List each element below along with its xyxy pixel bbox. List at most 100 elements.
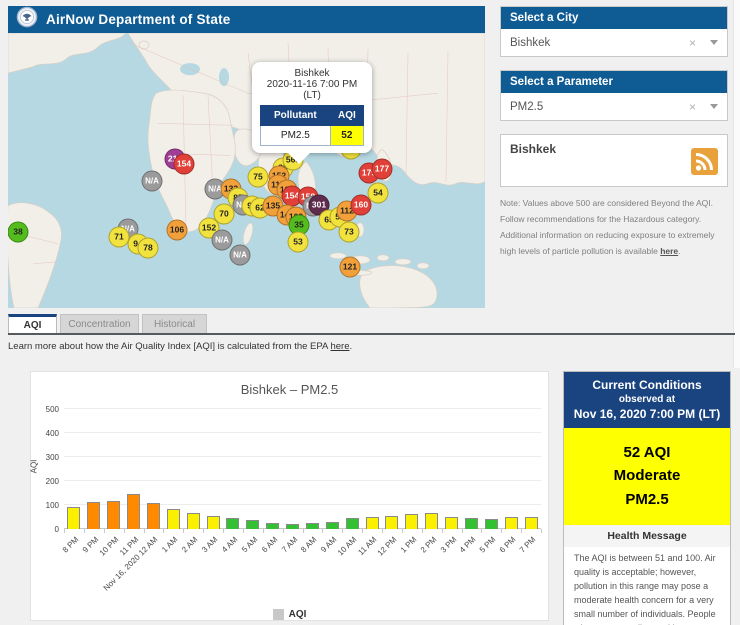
note-here-link[interactable]: here: [660, 246, 678, 256]
map-marker[interactable]: 121: [340, 257, 361, 278]
aqi-bar[interactable]: [107, 501, 120, 529]
x-tick: [223, 529, 224, 533]
parameter-select-value: PM2.5: [510, 101, 689, 113]
map-popup: Bishkek 2020-11-16 7:00 PM (LT) Pollutan…: [252, 62, 372, 153]
aqi-category: Moderate: [564, 464, 730, 487]
aqi-bar[interactable]: [187, 513, 200, 529]
note-text: Note: Values above 500 are considered Be…: [500, 198, 715, 256]
map-marker[interactable]: 53: [288, 232, 309, 253]
rss-icon[interactable]: [691, 148, 718, 180]
aqi-bar[interactable]: [505, 517, 518, 529]
aqi-bar[interactable]: [286, 524, 299, 529]
y-tick-label: 100: [33, 501, 59, 510]
map-marker[interactable]: N/A: [142, 171, 163, 192]
aqi-bar[interactable]: [525, 517, 538, 529]
observed-datetime: Nov 16, 2020 7:00 PM (LT): [568, 407, 726, 421]
gridline: [64, 432, 541, 433]
clear-icon[interactable]: ×: [689, 100, 696, 114]
map-marker[interactable]: 38: [8, 222, 29, 243]
aqi-bar[interactable]: [246, 520, 259, 529]
epa-here-link[interactable]: here: [330, 341, 349, 352]
x-tick: [84, 529, 85, 533]
aqi-bar[interactable]: [226, 518, 239, 529]
city-select-value: Bishkek: [510, 37, 689, 49]
x-tick: [183, 529, 184, 533]
x-tick: [422, 529, 423, 533]
x-tick: [124, 529, 125, 533]
city-select[interactable]: Bishkek ×: [501, 29, 727, 56]
aqi-bar[interactable]: [266, 523, 279, 529]
x-tick: [442, 529, 443, 533]
tab-aqi[interactable]: AQI: [8, 314, 57, 333]
chevron-down-icon[interactable]: [710, 104, 718, 109]
rss-feed-box: Bishkek: [500, 134, 728, 187]
map-marker[interactable]: 78: [138, 238, 159, 259]
x-tick: [104, 529, 105, 533]
y-tick-label: 300: [33, 453, 59, 462]
aqi-bar[interactable]: [485, 519, 498, 529]
tab-concentration[interactable]: Concentration: [60, 314, 139, 333]
map-marker[interactable]: 73: [339, 222, 360, 243]
learn-more-text: Learn more about how the Air Quality Ind…: [8, 341, 352, 352]
aqi-bar[interactable]: [445, 517, 458, 529]
map-marker[interactable]: 177: [372, 159, 393, 180]
map-marker[interactable]: 106: [167, 220, 188, 241]
basemap-continents: [8, 33, 485, 308]
map-panel: AirNow Department of State: [8, 6, 485, 308]
city-select-widget: Select a City Bishkek ×: [500, 6, 728, 57]
map-marker[interactable]: 71: [109, 227, 130, 248]
tab-historical[interactable]: Historical: [142, 314, 207, 333]
app-header: AirNow Department of State: [8, 6, 485, 33]
map-marker[interactable]: 54: [368, 183, 389, 204]
x-tick: [322, 529, 323, 533]
page-title: AirNow Department of State: [46, 12, 230, 27]
legend-label: AQI: [289, 609, 307, 620]
aqi-bar[interactable]: [346, 518, 359, 529]
scrollbar-track[interactable]: [733, 0, 740, 368]
parameter-select[interactable]: PM2.5 ×: [501, 93, 727, 120]
learn-more-suffix: .: [349, 341, 352, 352]
aqi-bar-chart: Bishkek – PM2.5 AQI 0100200300400500 8 P…: [30, 371, 549, 621]
map-marker[interactable]: 75: [248, 167, 269, 188]
observed-at-label: observed at: [568, 394, 726, 405]
x-tick: [382, 529, 383, 533]
gridline: [64, 408, 541, 409]
current-conditions-header: Current Conditions observed at Nov 16, 2…: [564, 372, 730, 428]
x-tick: [283, 529, 284, 533]
aqi-bar[interactable]: [385, 516, 398, 529]
aqi-bar[interactable]: [425, 513, 438, 529]
map-marker[interactable]: N/A: [212, 230, 233, 251]
map-marker[interactable]: N/A: [230, 245, 251, 266]
aqi-bar[interactable]: [326, 522, 339, 529]
aqi-bar[interactable]: [465, 518, 478, 529]
world-map[interactable]: 38N/A719478N/A212154106N/A13385N/A946270…: [8, 33, 485, 308]
health-message-text: The AQI is between 51 and 100. Air quali…: [564, 547, 730, 625]
popup-timezone: (LT): [256, 90, 368, 101]
aqi-bar[interactable]: [147, 503, 160, 529]
aqi-bar[interactable]: [306, 523, 319, 529]
x-tick: [263, 529, 264, 533]
airnow-page: AirNow Department of State: [0, 0, 740, 625]
parameter-select-header: Select a Parameter: [501, 71, 727, 93]
aqi-bar[interactable]: [87, 502, 100, 529]
chevron-down-icon[interactable]: [710, 40, 718, 45]
plot-area: [64, 409, 541, 529]
aqi-bar[interactable]: [67, 507, 80, 529]
aqi-bar[interactable]: [167, 509, 180, 529]
city-select-header: Select a City: [501, 7, 727, 29]
aqi-bar[interactable]: [207, 516, 220, 529]
chart-legend: AQI: [31, 609, 548, 620]
map-marker[interactable]: 154: [174, 154, 195, 175]
rss-city-label: Bishkek: [510, 142, 718, 156]
popup-aqi-table: Pollutant AQI PM2.5 52: [260, 105, 364, 146]
popup-col-aqi: AQI: [330, 106, 363, 126]
tab-divider: [8, 333, 735, 335]
aqi-bar[interactable]: [366, 517, 379, 529]
chart-title: Bishkek – PM2.5: [31, 382, 548, 397]
x-tick: [243, 529, 244, 533]
clear-icon[interactable]: ×: [689, 36, 696, 50]
y-tick-label: 400: [33, 429, 59, 438]
aqi-bar[interactable]: [405, 514, 418, 529]
aqi-bar[interactable]: [127, 494, 140, 529]
tab-bar: AQI Concentration Historical: [8, 314, 207, 333]
